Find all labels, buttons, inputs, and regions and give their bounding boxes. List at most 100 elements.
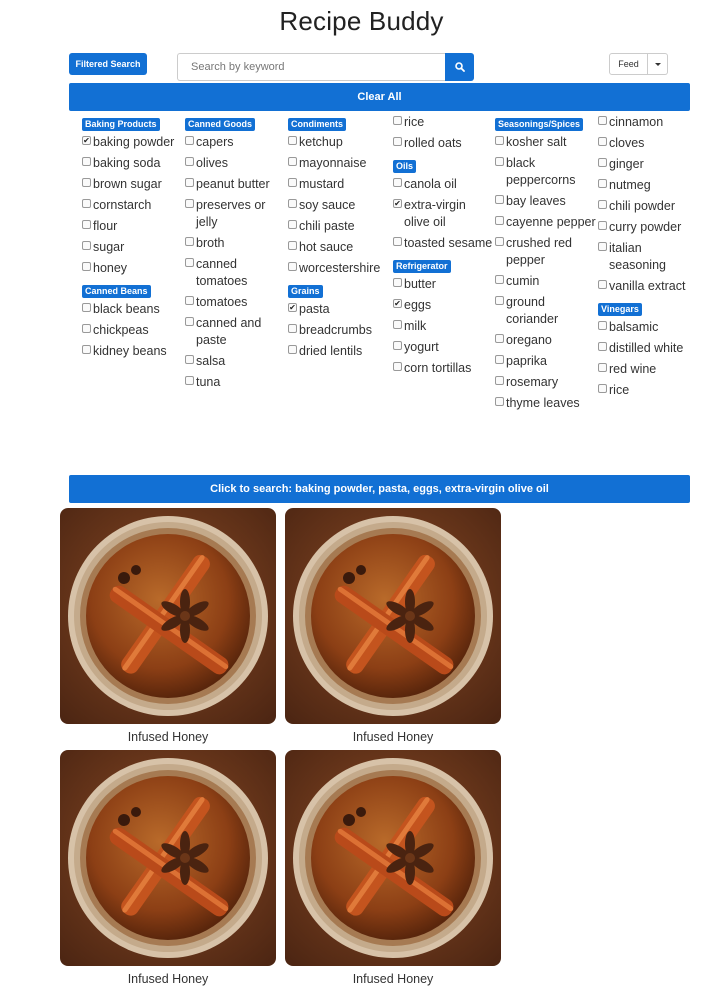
ingredient-checkbox[interactable] (82, 220, 91, 229)
ingredient-checkbox[interactable] (598, 280, 607, 289)
ingredient-checkbox[interactable] (393, 178, 402, 187)
feed-dropdown[interactable]: Feed (609, 53, 668, 75)
recipe-image[interactable] (60, 750, 276, 966)
recipe-title[interactable]: Infused Honey (60, 972, 276, 986)
ingredient-checkbox[interactable] (185, 237, 194, 246)
ingredient-checkbox[interactable] (393, 362, 402, 371)
ingredient-checkbox[interactable] (82, 157, 91, 166)
ingredient-checkbox[interactable] (393, 137, 402, 146)
ingredient-item[interactable]: black beans (82, 301, 182, 318)
search-button[interactable] (445, 53, 474, 81)
ingredient-item[interactable]: dried lentils (288, 343, 392, 360)
ingredient-item[interactable]: crushed red pepper (495, 235, 597, 269)
ingredient-checkbox[interactable] (598, 321, 607, 330)
ingredient-checkbox[interactable] (185, 317, 194, 326)
ingredient-checkbox[interactable] (598, 137, 607, 146)
ingredient-item[interactable]: canned tomatoes (185, 256, 285, 290)
ingredient-item[interactable]: thyme leaves (495, 395, 597, 412)
ingredient-checkbox[interactable] (185, 199, 194, 208)
ingredient-checkbox[interactable] (598, 384, 607, 393)
ingredient-item[interactable]: rice (393, 114, 493, 131)
recipe-title[interactable]: Infused Honey (285, 730, 501, 744)
ingredient-checkbox[interactable] (82, 345, 91, 354)
ingredient-checkbox[interactable] (598, 342, 607, 351)
ingredient-item[interactable]: ✔ extra-virgin olive oil (393, 197, 493, 231)
recipe-card[interactable]: Infused Honey (285, 508, 501, 744)
ingredient-item[interactable]: chili paste (288, 218, 392, 235)
recipe-title[interactable]: Infused Honey (60, 730, 276, 744)
ingredient-item[interactable]: chili powder (598, 198, 698, 215)
ingredient-item[interactable]: chickpeas (82, 322, 182, 339)
ingredient-checkbox[interactable] (495, 237, 504, 246)
ingredient-item[interactable]: cinnamon (598, 114, 698, 131)
ingredient-item[interactable]: sugar (82, 239, 182, 256)
ingredient-item[interactable]: ground coriander (495, 294, 597, 328)
ingredient-checkbox[interactable] (82, 199, 91, 208)
ingredient-item[interactable]: kidney beans (82, 343, 182, 360)
ingredient-checkbox[interactable] (495, 397, 504, 406)
ingredient-checkbox[interactable] (82, 303, 91, 312)
ingredient-checkbox[interactable] (288, 157, 297, 166)
recipe-image[interactable] (285, 508, 501, 724)
ingredient-checkbox[interactable] (598, 116, 607, 125)
ingredient-item[interactable]: salsa (185, 353, 285, 370)
ingredient-item[interactable]: yogurt (393, 339, 493, 356)
ingredient-item[interactable]: olives (185, 155, 285, 172)
search-input[interactable] (177, 53, 445, 81)
ingredient-checkbox[interactable] (495, 296, 504, 305)
ingredient-checkbox[interactable] (598, 200, 607, 209)
ingredient-item[interactable]: bay leaves (495, 193, 597, 210)
ingredient-item[interactable]: mustard (288, 176, 392, 193)
ingredient-item[interactable]: vanilla extract (598, 278, 698, 295)
ingredient-item[interactable]: ✔ pasta (288, 301, 392, 318)
ingredient-checkbox[interactable] (288, 262, 297, 271)
recipe-card[interactable]: Infused Honey (285, 750, 501, 986)
ingredient-checkbox[interactable] (185, 178, 194, 187)
ingredient-item[interactable]: worcestershire (288, 260, 392, 277)
ingredient-item[interactable]: toasted sesame (393, 235, 493, 252)
ingredient-item[interactable]: rolled oats (393, 135, 493, 152)
ingredient-checkbox[interactable] (82, 262, 91, 271)
ingredient-checkbox[interactable] (393, 320, 402, 329)
ingredient-item[interactable]: cloves (598, 135, 698, 152)
ingredient-checkbox[interactable] (288, 241, 297, 250)
ingredient-checkbox[interactable] (495, 376, 504, 385)
ingredient-checkbox[interactable]: ✔ (82, 136, 91, 145)
ingredient-item[interactable]: ✔ eggs (393, 297, 493, 314)
ingredient-checkbox[interactable] (185, 296, 194, 305)
ingredient-checkbox[interactable] (495, 334, 504, 343)
ingredient-item[interactable]: baking soda (82, 155, 182, 172)
ingredient-item[interactable]: ✔ baking powder (82, 134, 182, 151)
ingredient-checkbox[interactable] (185, 355, 194, 364)
ingredient-checkbox[interactable] (288, 345, 297, 354)
ingredient-item[interactable]: honey (82, 260, 182, 277)
ingredient-item[interactable]: balsamic (598, 319, 698, 336)
ingredient-item[interactable]: butter (393, 276, 493, 293)
ingredient-item[interactable]: corn tortillas (393, 360, 493, 377)
ingredient-checkbox[interactable] (393, 116, 402, 125)
ingredient-item[interactable]: oregano (495, 332, 597, 349)
recipe-title[interactable]: Infused Honey (285, 972, 501, 986)
ingredient-checkbox[interactable] (393, 341, 402, 350)
ingredient-checkbox[interactable] (495, 157, 504, 166)
ingredient-item[interactable]: cornstarch (82, 197, 182, 214)
ingredient-item[interactable]: peanut butter (185, 176, 285, 193)
recipe-image[interactable] (285, 750, 501, 966)
ingredient-checkbox[interactable]: ✔ (288, 303, 297, 312)
feed-toggle-button[interactable] (648, 53, 668, 75)
ingredient-item[interactable]: cayenne pepper (495, 214, 597, 231)
ingredient-checkbox[interactable]: ✔ (393, 199, 402, 208)
ingredient-item[interactable]: tomatoes (185, 294, 285, 311)
ingredient-item[interactable]: ketchup (288, 134, 392, 151)
ingredient-checkbox[interactable] (82, 324, 91, 333)
ingredient-item[interactable]: rosemary (495, 374, 597, 391)
ingredient-checkbox[interactable] (598, 221, 607, 230)
ingredient-item[interactable]: kosher salt (495, 134, 597, 151)
ingredient-checkbox[interactable] (598, 363, 607, 372)
ingredient-item[interactable]: broth (185, 235, 285, 252)
ingredient-checkbox[interactable] (185, 258, 194, 267)
ingredient-item[interactable]: breadcrumbs (288, 322, 392, 339)
ingredient-item[interactable]: red wine (598, 361, 698, 378)
ingredient-checkbox[interactable] (495, 136, 504, 145)
ingredient-checkbox[interactable] (288, 220, 297, 229)
